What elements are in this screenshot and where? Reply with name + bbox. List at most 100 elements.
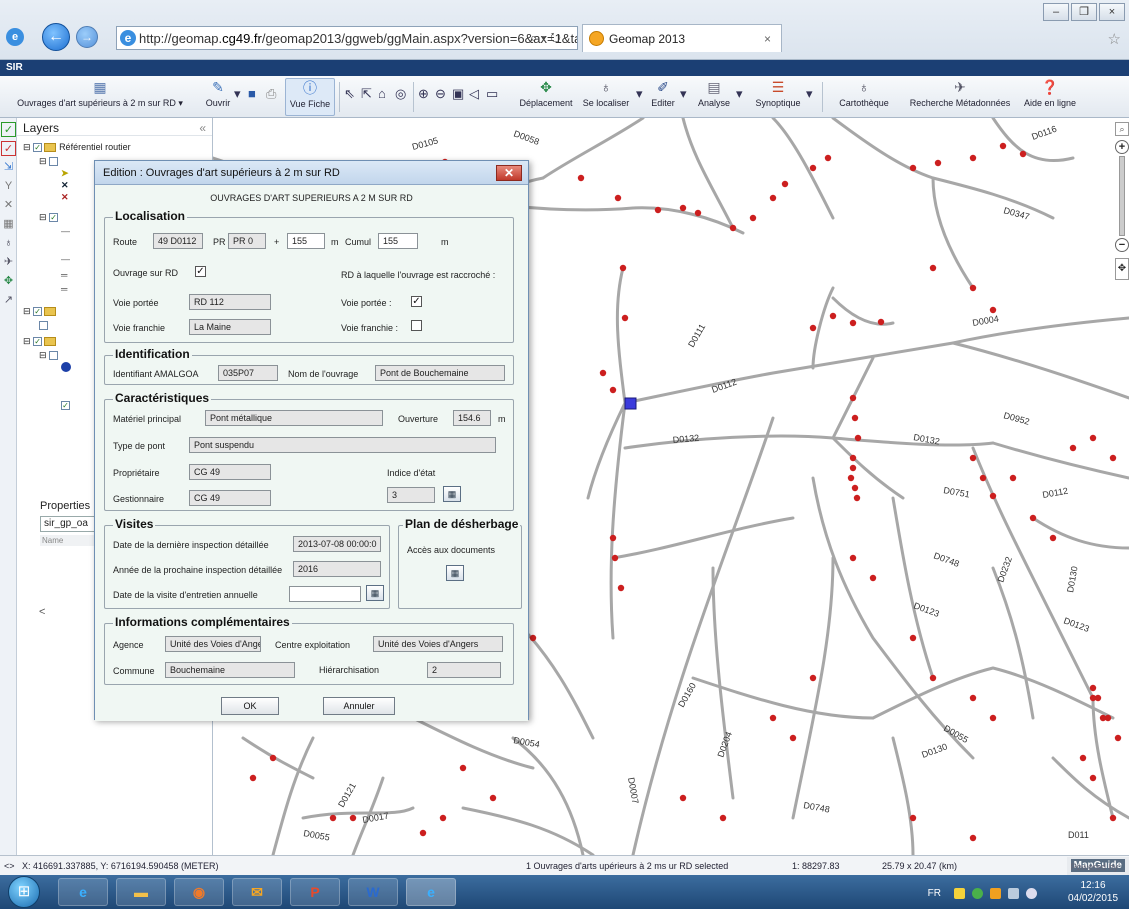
structure-point[interactable]	[679, 794, 687, 802]
structure-point[interactable]	[849, 554, 857, 562]
structure-point[interactable]	[909, 814, 917, 822]
structure-point[interactable]	[1089, 434, 1097, 442]
pr-field[interactable]: PR 0	[228, 233, 266, 249]
structure-point[interactable]	[621, 314, 629, 322]
structure-point[interactable]	[969, 454, 977, 462]
structure-point[interactable]	[349, 814, 357, 822]
cumul-field[interactable]: 155	[378, 233, 418, 249]
measure-icon[interactable]: ⇲	[1, 160, 16, 175]
draw-icon[interactable]: ↗	[1, 293, 16, 308]
annual-visit-field[interactable]	[289, 586, 361, 602]
next-inspection-field[interactable]: 2016	[293, 561, 381, 577]
gestionnaire-field[interactable]: CG 49	[189, 490, 271, 506]
selected-structure-marker[interactable]	[624, 397, 637, 410]
structure-point[interactable]	[969, 284, 977, 292]
print-icon[interactable]: ⎙	[266, 86, 276, 102]
dropdown-arrow-icon[interactable]: ▾	[736, 86, 743, 102]
structure-point[interactable]	[989, 714, 997, 722]
structure-point[interactable]	[679, 204, 687, 212]
zoom-control[interactable]: ⌕ + − ✥	[1115, 122, 1129, 280]
funnel-icon[interactable]: Y	[1, 179, 16, 194]
structure-point[interactable]	[809, 674, 817, 682]
tray-network-icon[interactable]	[972, 888, 983, 899]
check-red-icon[interactable]: ✓	[1, 141, 16, 156]
ok-button[interactable]: OK	[221, 697, 279, 715]
address-bar[interactable]: e http://geomap.cg49.fr/geomap2013/ggweb…	[116, 26, 578, 50]
structure-point[interactable]	[989, 306, 997, 314]
structure-point[interactable]	[934, 159, 942, 167]
nom-ouvrage-field[interactable]: Pont de Bouchemaine	[375, 365, 505, 381]
structure-point[interactable]	[729, 224, 737, 232]
structure-point[interactable]	[617, 584, 625, 592]
indice-etat-field[interactable]: 3	[387, 487, 435, 503]
tray-clock[interactable]: 12:16 04/02/2015	[1063, 879, 1123, 905]
check-layer-icon[interactable]: ✓	[1, 122, 16, 137]
taskbar-ie-icon[interactable]: e	[58, 878, 108, 906]
structure-point[interactable]	[1089, 774, 1097, 782]
structure-point[interactable]	[329, 814, 337, 822]
synoptic-button[interactable]: ☰ Synoptique	[752, 78, 804, 108]
structure-point[interactable]	[781, 180, 789, 188]
structure-point[interactable]	[1109, 454, 1117, 462]
zoom-rect-icon[interactable]: ▣	[452, 86, 464, 102]
pin-icon[interactable]: ✈	[1, 255, 16, 270]
structure-point[interactable]	[577, 174, 585, 182]
layer-node[interactable]: ⊟	[39, 156, 60, 167]
taskbar-ie-active-icon[interactable]: e	[406, 878, 456, 906]
structure-point[interactable]	[694, 209, 702, 217]
tab-close-icon[interactable]: ×	[764, 32, 771, 46]
structure-point[interactable]	[847, 474, 855, 482]
structure-point[interactable]	[1114, 734, 1122, 742]
structure-point[interactable]	[769, 194, 777, 202]
structure-point[interactable]	[459, 764, 467, 772]
structure-point[interactable]	[1069, 444, 1077, 452]
minimize-icon[interactable]: –	[1043, 3, 1069, 21]
indice-etat-detail-icon[interactable]: ▦	[443, 486, 461, 502]
analysis-button[interactable]: ▤ Analyse	[694, 78, 734, 108]
structure-point[interactable]	[999, 142, 1007, 150]
metadata-search-button[interactable]: ✈ Recherche Métadonnées	[904, 78, 1016, 108]
structure-point[interactable]	[829, 312, 837, 320]
structure-point[interactable]	[249, 774, 257, 782]
structure-point[interactable]	[969, 154, 977, 162]
structure-point[interactable]	[877, 318, 885, 326]
start-button[interactable]: ⊞	[8, 876, 40, 908]
help-button[interactable]: ❓ Aide en ligne	[1016, 78, 1084, 108]
structure-point[interactable]	[979, 474, 987, 482]
structure-point[interactable]	[929, 674, 937, 682]
structure-point[interactable]	[1104, 714, 1112, 722]
structure-point[interactable]	[1049, 534, 1057, 542]
taskbar-word-icon[interactable]: W	[348, 878, 398, 906]
structure-point[interactable]	[1079, 754, 1087, 762]
layer-select-button[interactable]: ▦ Ouvrages d'art supérieurs à 2 m sur RD …	[6, 78, 194, 109]
dropdown-arrow-icon[interactable]: ▾	[636, 86, 643, 102]
restore-icon[interactable]: ❐	[1071, 3, 1097, 21]
structure-point[interactable]	[529, 634, 537, 642]
search-small-icon[interactable]: ⌕	[1115, 122, 1129, 136]
select-multi-icon[interactable]: ⇱	[361, 86, 372, 102]
zoom-out-icon[interactable]: ⊖	[435, 86, 446, 102]
tray-device-icon[interactable]	[1008, 888, 1019, 899]
back-button[interactable]: ←	[42, 23, 70, 51]
layer-node[interactable]: ⊟ ✓	[39, 212, 60, 223]
structure-point[interactable]	[851, 484, 859, 492]
tray-mail-icon[interactable]	[954, 888, 965, 899]
cancel-button[interactable]: Annuler	[323, 697, 395, 715]
calendar-icon[interactable]: ▦	[366, 585, 384, 601]
layer-node[interactable]: ⊟ ✓	[23, 306, 59, 317]
dropdown-arrow-icon[interactable]: ▾	[234, 86, 241, 102]
forward-button[interactable]: →	[76, 26, 98, 48]
route-field[interactable]: 49 D0112	[153, 233, 203, 249]
structure-point[interactable]	[619, 264, 627, 272]
type-pont-field[interactable]: Pont suspendu	[189, 437, 496, 453]
dialog-title[interactable]: Edition : Ouvrages d'art supérieurs à 2 …	[95, 161, 528, 185]
structure-point[interactable]	[969, 834, 977, 842]
save-icon[interactable]: ■	[248, 86, 256, 101]
structure-point[interactable]	[869, 574, 877, 582]
dropdown-arrow-icon[interactable]: ▾	[680, 86, 687, 102]
tray-volume-icon[interactable]	[1026, 888, 1037, 899]
structure-point[interactable]	[1089, 694, 1097, 702]
structure-point[interactable]	[1029, 514, 1037, 522]
collapse-icon[interactable]: «	[199, 121, 206, 135]
favorites-star-icon[interactable]: ☆	[1108, 30, 1121, 48]
